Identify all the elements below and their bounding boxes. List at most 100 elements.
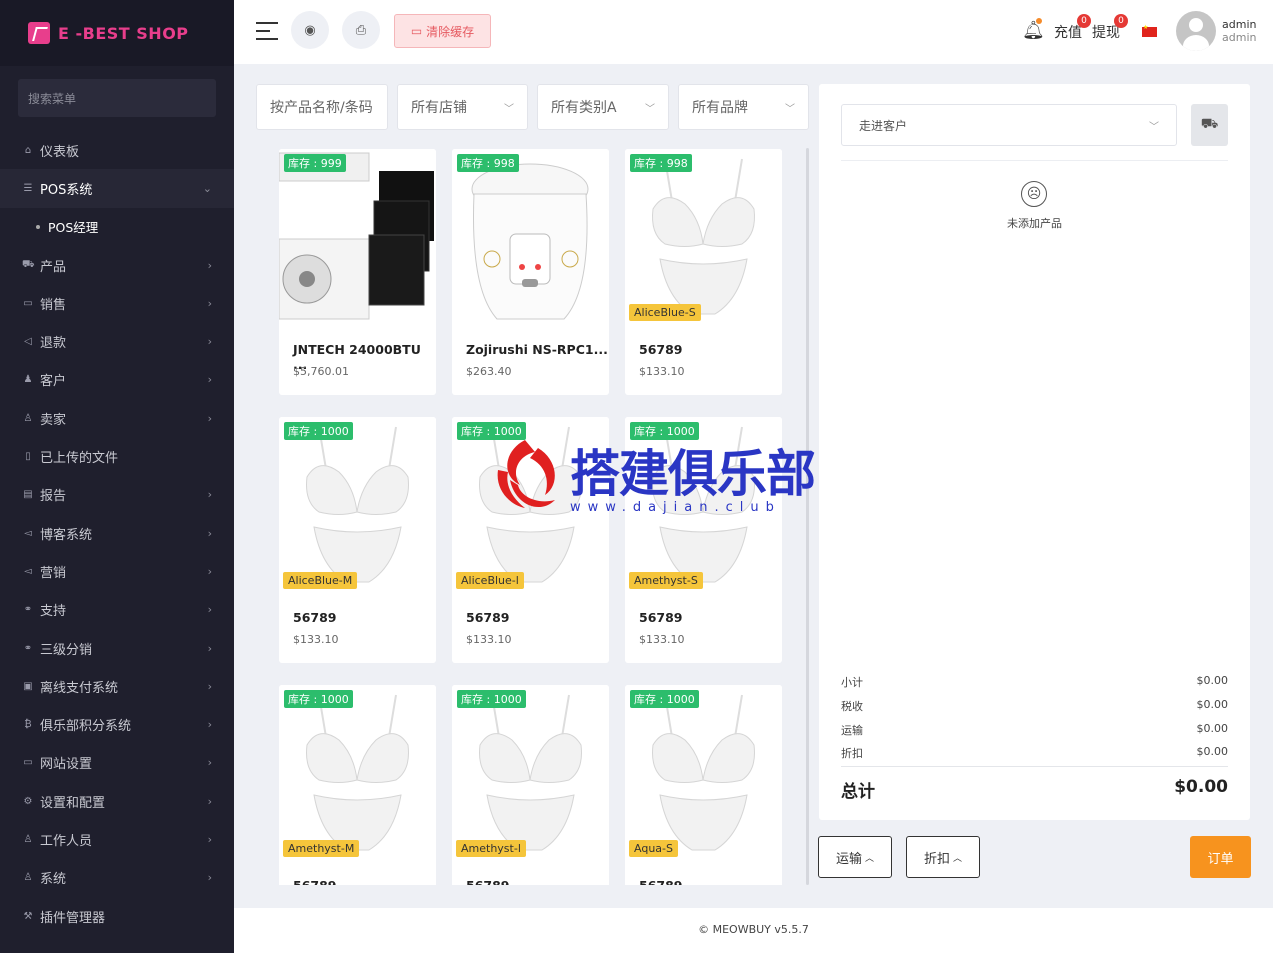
sidebar-item[interactable]: POS经理: [0, 208, 234, 246]
stock-badge: 库存 : 1000: [284, 422, 353, 440]
sidebar-item-label: 客户: [40, 374, 67, 390]
stock-badge: 库存 : 1000: [284, 690, 353, 708]
category-select-value: 所有类别A: [551, 100, 617, 116]
shipping-address-button[interactable]: ⛟: [1191, 104, 1228, 146]
variant-badge: AliceBlue-M: [283, 572, 358, 589]
discount-button-label: 折扣: [923, 851, 950, 867]
logo-icon: [28, 22, 50, 44]
product-card[interactable]: 库存 : 998 Zojirushi NS-RPC1... $263.40: [452, 149, 609, 395]
product-price: $133.10: [466, 633, 512, 646]
chevron-right-icon: ›: [207, 794, 212, 808]
sidebar-item-label: 产品: [40, 259, 67, 275]
sidebar-item[interactable]: ♙ 系统 ›: [0, 859, 234, 897]
discount-row: 折扣 $0.00: [841, 745, 1228, 761]
card-icon: ▭: [23, 297, 33, 309]
product-card[interactable]: 库存 : 1000 Amethyst-l 56789: [452, 685, 609, 885]
product-name: 56789: [639, 610, 683, 625]
user-info[interactable]: admin admin: [1222, 18, 1256, 44]
sidebar-item[interactable]: ⚒ 插件管理器: [0, 897, 234, 935]
wrench-icon: ⚒: [23, 910, 33, 922]
link-icon: ⚭: [23, 642, 33, 654]
recharge-badge: 0: [1077, 14, 1091, 28]
sidebar-item-label: 系统: [40, 872, 67, 888]
globe-icon: ◉: [304, 22, 316, 38]
sad-face-icon: ☹: [1021, 181, 1047, 207]
order-button[interactable]: 订单: [1190, 836, 1251, 878]
product-card[interactable]: 库存 : 1000 Aqua-S 56789: [625, 685, 782, 885]
product-card[interactable]: 库存 : 1000 Amethyst-M 56789: [279, 685, 436, 885]
sidebar-item[interactable]: ▯ 已上传的文件: [0, 437, 234, 475]
brand-select[interactable]: 所有品牌 ﹀: [678, 84, 809, 130]
top-header: ◉ ⎙ ▭ 清除缓存 🔔︎ 充值 0 提现 0 admin admin: [234, 0, 1273, 64]
monitor-icon: ▭: [410, 24, 423, 38]
chevron-right-icon: ›: [207, 718, 212, 732]
product-name: 56789: [639, 878, 683, 885]
megaphone-icon: ◅: [24, 527, 32, 539]
product-price: $133.10: [293, 633, 339, 646]
sidebar-item-label: 离线支付系统: [40, 680, 119, 696]
print-button[interactable]: ⎙: [342, 11, 380, 49]
sidebar-item-label: 报告: [40, 489, 67, 505]
menu-toggle-icon[interactable]: [256, 22, 278, 42]
chevron-right-icon: ›: [207, 641, 212, 655]
sidebar-item[interactable]: ⛟ 产品 ›: [0, 246, 234, 284]
clear-cache-label: 清除缓存: [426, 24, 475, 39]
brand-logo[interactable]: E -BEST SHOP: [0, 0, 234, 66]
language-flag-icon[interactable]: [1142, 24, 1157, 37]
sidebar-item-label: 卖家: [40, 412, 67, 428]
sidebar-item[interactable]: ☰ POS系统 ⌄: [0, 169, 234, 208]
globe-button[interactable]: ◉: [291, 11, 329, 49]
sidebar-item-label: 三级分销: [40, 642, 93, 658]
variant-badge: Aqua-S: [629, 840, 678, 857]
total-label: 总计: [841, 782, 875, 802]
sidebar-item[interactable]: ⚙ 设置和配置 ›: [0, 782, 234, 820]
sidebar-item[interactable]: ▭ 销售 ›: [0, 284, 234, 322]
sidebar-item[interactable]: ♟ 客户 ›: [0, 361, 234, 399]
avatar[interactable]: [1176, 11, 1216, 51]
sidebar-item-label: POS经理: [48, 220, 99, 236]
sidebar-item[interactable]: ₿ 俱乐部积分系统 ›: [0, 705, 234, 743]
total-value: $0.00: [1174, 777, 1228, 797]
product-name: 56789: [293, 610, 337, 625]
sidebar-item[interactable]: ▤ 报告 ›: [0, 476, 234, 514]
product-grid-scrollbar[interactable]: [806, 148, 809, 885]
sidebar-item[interactable]: ⚭ 三级分销 ›: [0, 629, 234, 667]
user-role: admin: [1222, 31, 1257, 44]
bell-icon[interactable]: 🔔︎: [1022, 20, 1045, 41]
users-icon: ♟: [23, 374, 33, 386]
product-search-input[interactable]: 按产品名称/条码: [256, 84, 388, 130]
clear-cache-button[interactable]: ▭ 清除缓存: [394, 14, 491, 48]
report-icon: ▤: [23, 489, 33, 501]
product-card[interactable]: 库存 : 1000 AliceBlue-M 56789 $133.10: [279, 417, 436, 663]
chevron-right-icon: ›: [207, 526, 212, 540]
discount-label: 折扣: [841, 747, 863, 760]
product-price: $133.10: [639, 365, 685, 378]
menu-search-input[interactable]: 搜索菜单: [18, 79, 216, 117]
sidebar-item[interactable]: ⚭ 支持 ›: [0, 591, 234, 629]
sidebar-item-label: 支持: [40, 604, 67, 620]
shipping-button[interactable]: 运输 ︿: [818, 836, 892, 878]
sidebar-item[interactable]: ◅ 营销 ›: [0, 552, 234, 590]
category-select[interactable]: 所有类别A ﹀: [537, 84, 669, 130]
sidebar-item[interactable]: ◅ 博客系统 ›: [0, 514, 234, 552]
user-name: admin: [1222, 18, 1257, 31]
discount-value: $0.00: [1196, 745, 1229, 758]
shop-select[interactable]: 所有店铺 ﹀: [397, 84, 528, 130]
discount-button[interactable]: 折扣 ︿: [906, 836, 980, 878]
sidebar-item[interactable]: ♙ 卖家 ›: [0, 399, 234, 437]
sidebar-item[interactable]: ▭ 网站设置 ›: [0, 744, 234, 782]
truck-icon: ⛟: [1200, 116, 1219, 132]
sidebar-item[interactable]: ▣ 离线支付系统 ›: [0, 667, 234, 705]
sidebar-item-label: 博客系统: [40, 527, 93, 543]
product-card[interactable]: 库存 : 999 JNTECH 24000BTU ... $5,760.01: [279, 149, 436, 395]
variant-badge: Amethyst-l: [456, 840, 526, 857]
total-row: 总计 $0.00: [841, 777, 1228, 802]
shipping-label: 运输: [841, 724, 863, 737]
sidebar-item[interactable]: ♙ 工作人员 ›: [0, 820, 234, 858]
customer-select[interactable]: 走进客户 ﹀: [841, 104, 1177, 146]
product-card[interactable]: 库存 : 998 AliceBlue-S 56789 $133.10: [625, 149, 782, 395]
sidebar-item[interactable]: ◁ 退款 ›: [0, 322, 234, 360]
chevron-right-icon: ›: [207, 488, 212, 502]
sidebar-item[interactable]: ⌂ 仪表板: [0, 131, 234, 169]
chevron-down-icon: ﹀: [504, 103, 514, 115]
